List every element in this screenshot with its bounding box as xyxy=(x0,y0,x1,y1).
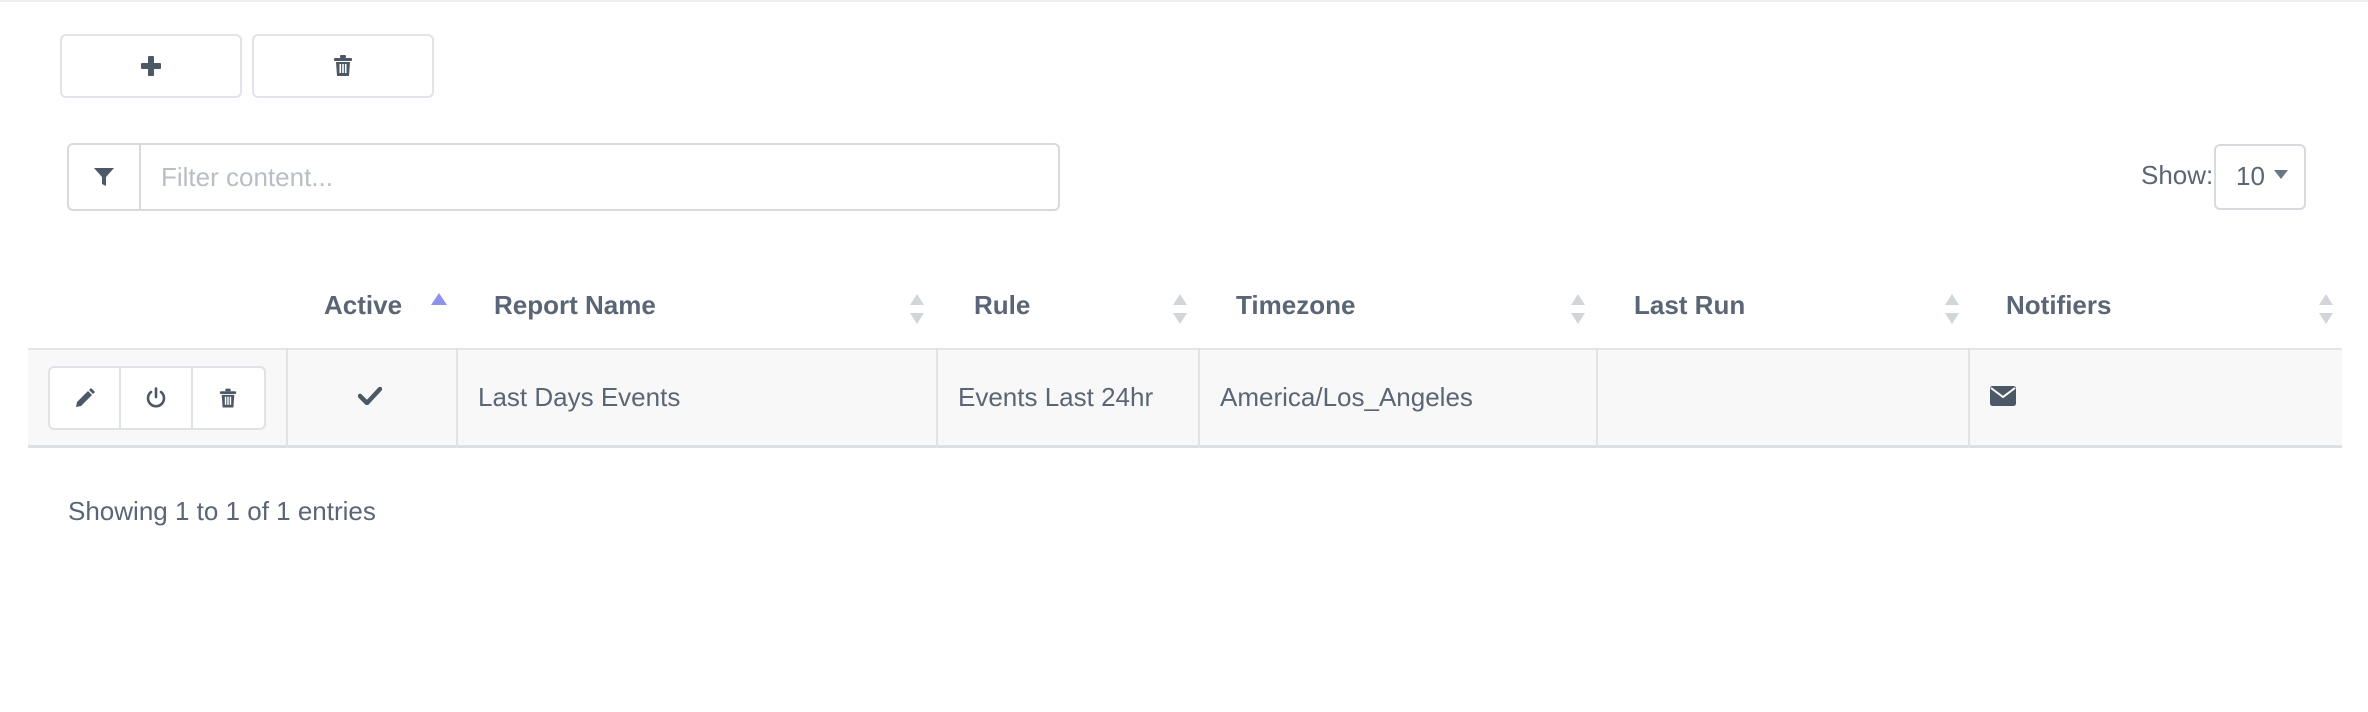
column-divider xyxy=(456,348,458,448)
top-divider xyxy=(0,0,2368,2)
column-divider xyxy=(1198,348,1200,448)
row-actions xyxy=(48,366,266,430)
sort-ascending-icon[interactable] xyxy=(431,293,447,305)
column-divider xyxy=(1968,348,1970,448)
envelope-icon xyxy=(1990,386,2016,406)
filter-button[interactable] xyxy=(67,143,141,211)
page-size-value: 10 xyxy=(2236,161,2265,191)
rule-cell: Events Last 24hr xyxy=(958,382,1154,412)
delete-button[interactable] xyxy=(252,34,434,98)
trash-icon xyxy=(220,388,237,407)
filter-icon xyxy=(94,168,114,186)
toggle-power-button[interactable] xyxy=(121,368,193,428)
column-header-notifiers[interactable]: Notifiers xyxy=(2006,290,2111,321)
column-header-timezone[interactable]: Timezone xyxy=(1236,290,1355,321)
sort-icon[interactable] xyxy=(1570,294,1586,324)
power-icon xyxy=(146,387,166,408)
chevron-down-icon xyxy=(2274,170,2288,179)
column-header-last-run[interactable]: Last Run xyxy=(1634,290,1745,321)
column-divider xyxy=(1596,348,1598,448)
trash-icon xyxy=(334,55,352,76)
column-header-rule[interactable]: Rule xyxy=(974,290,1030,321)
table-info: Showing 1 to 1 of 1 entries xyxy=(68,496,376,526)
column-header-report-name[interactable]: Report Name xyxy=(494,290,656,321)
sort-icon[interactable] xyxy=(909,294,925,324)
page-size-label: Show: xyxy=(2141,160,2214,190)
page-size-select[interactable]: 10 xyxy=(2214,144,2306,210)
column-header-active[interactable]: Active xyxy=(324,290,402,321)
add-button[interactable] xyxy=(60,34,242,98)
filter-bar xyxy=(67,143,1060,211)
sort-icon[interactable] xyxy=(1172,294,1188,324)
report-name-cell: Last Days Events xyxy=(478,382,681,412)
edit-icon xyxy=(75,388,95,407)
timezone-cell: America/Los_Angeles xyxy=(1220,382,1473,412)
filter-input[interactable] xyxy=(139,143,1060,211)
column-divider xyxy=(936,348,938,448)
plus-icon xyxy=(141,56,161,76)
sort-icon[interactable] xyxy=(2318,294,2334,324)
sort-icon[interactable] xyxy=(1944,294,1960,324)
edit-button[interactable] xyxy=(50,368,122,428)
column-divider xyxy=(286,348,288,448)
check-icon xyxy=(358,387,382,405)
delete-row-button[interactable] xyxy=(193,368,264,428)
